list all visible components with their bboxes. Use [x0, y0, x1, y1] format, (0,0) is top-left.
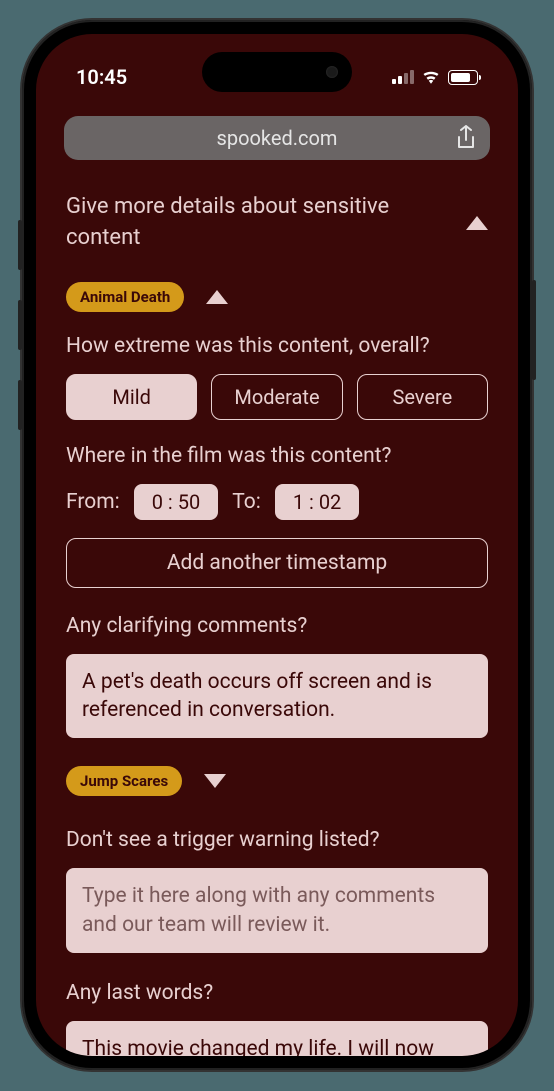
url-text: spooked.com: [217, 126, 338, 150]
page-content: Give more details about sensitive conten…: [36, 172, 518, 1056]
expand-icon: [204, 774, 226, 788]
url-bar[interactable]: spooked.com: [64, 116, 490, 160]
category-jump-scares-header[interactable]: Jump Scares: [66, 766, 488, 796]
collapse-icon: [466, 216, 488, 230]
severity-severe-button[interactable]: Severe: [357, 374, 488, 420]
camera-dot: [326, 66, 338, 78]
to-label: To:: [232, 490, 261, 514]
custom-trigger-question: Don't see a trigger warning listed?: [66, 828, 488, 852]
category-tag-jump-scares: Jump Scares: [66, 766, 182, 796]
share-button[interactable]: [452, 124, 480, 152]
severity-mild-button[interactable]: Mild: [66, 374, 197, 420]
severity-moderate-button[interactable]: Moderate: [211, 374, 342, 420]
from-time-input[interactable]: 0 : 50: [134, 484, 219, 520]
custom-trigger-textarea[interactable]: Type it here along with any comments and…: [66, 868, 488, 953]
location-question: Where in the film was this content?: [66, 444, 488, 468]
dynamic-island: [202, 52, 352, 92]
last-words-question: Any last words?: [66, 981, 488, 1005]
comments-textarea[interactable]: A pet's death occurs off screen and is r…: [66, 654, 488, 739]
timestamp-row: From: 0 : 50 To: 1 : 02: [66, 484, 488, 520]
status-icons: [392, 70, 478, 85]
category-tag-animal-death: Animal Death: [66, 282, 184, 312]
severity-question: How extreme was this content, overall?: [66, 334, 488, 358]
to-time-input[interactable]: 1 : 02: [275, 484, 360, 520]
add-timestamp-button[interactable]: Add another timestamp: [66, 538, 488, 588]
sensitive-content-header[interactable]: Give more details about sensitive conten…: [66, 192, 488, 254]
collapse-icon: [206, 290, 228, 304]
signal-icon: [392, 70, 414, 84]
last-words-textarea[interactable]: This movie changed my life. I will now s…: [66, 1021, 488, 1056]
section-title: Give more details about sensitive conten…: [66, 192, 425, 254]
screen: 10:45 spooked.com: [36, 34, 518, 1056]
wifi-icon: [422, 70, 440, 84]
category-animal-death-header[interactable]: Animal Death: [66, 282, 488, 312]
comments-question: Any clarifying comments?: [66, 614, 488, 638]
status-time: 10:45: [76, 65, 127, 89]
from-label: From:: [66, 490, 120, 514]
battery-icon: [448, 70, 478, 85]
severity-options: Mild Moderate Severe: [66, 374, 488, 420]
phone-frame: 10:45 spooked.com: [22, 20, 532, 1070]
